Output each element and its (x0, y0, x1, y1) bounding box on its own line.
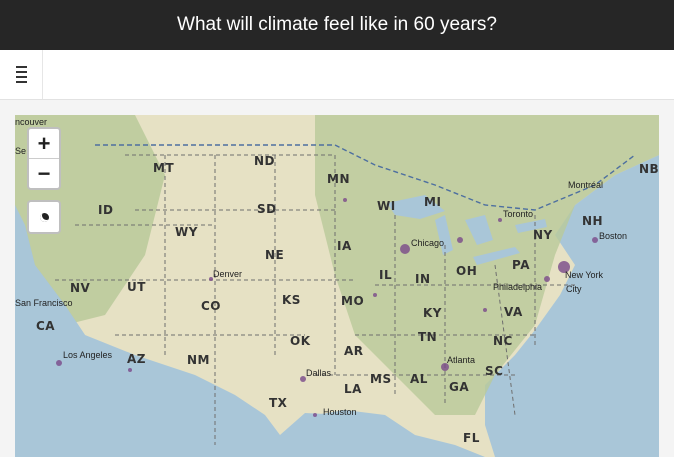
svg-text:Atlanta: Atlanta (447, 355, 475, 365)
svg-text:MO: MO (341, 294, 364, 308)
svg-text:Chicago: Chicago (411, 238, 444, 248)
svg-text:NY: NY (533, 228, 553, 242)
svg-text:ND: ND (254, 154, 275, 168)
svg-text:AR: AR (344, 344, 364, 358)
svg-text:Denver: Denver (213, 269, 242, 279)
svg-text:CO: CO (201, 299, 221, 313)
menu-button[interactable] (0, 50, 43, 99)
svg-text:Houston: Houston (323, 407, 357, 417)
svg-text:FL: FL (463, 431, 480, 445)
svg-text:IA: IA (337, 239, 352, 253)
page-title: What will climate feel like in 60 years? (177, 14, 497, 35)
svg-text:Los Angeles: Los Angeles (63, 350, 113, 360)
svg-text:CA: CA (36, 319, 55, 333)
svg-text:ID: ID (98, 203, 113, 217)
zoom-in-button[interactable]: + (29, 129, 59, 159)
app-title-bar: What will climate feel like in 60 years? (0, 0, 674, 50)
svg-text:KS: KS (282, 293, 301, 307)
svg-text:NM: NM (187, 353, 210, 367)
locate-button[interactable] (27, 200, 61, 234)
svg-text:OH: OH (456, 264, 477, 278)
svg-text:Philadelphia: Philadelphia (493, 282, 542, 292)
svg-text:SC: SC (485, 364, 503, 378)
svg-text:PA: PA (512, 258, 530, 272)
toolbar (0, 50, 674, 100)
climate-map[interactable]: MT ND MN WI MI ID SD WY IA NE IL IN OH NV UT CO KS M… (15, 115, 659, 457)
svg-text:MT: MT (153, 161, 174, 175)
svg-text:AL: AL (410, 372, 428, 386)
svg-text:Dallas: Dallas (306, 368, 332, 378)
svg-text:KY: KY (423, 306, 442, 320)
svg-text:SD: SD (257, 202, 277, 216)
svg-text:City: City (566, 284, 582, 294)
locate-icon (39, 212, 49, 222)
svg-text:Se: Se (15, 146, 26, 156)
svg-text:AZ: AZ (127, 352, 146, 366)
svg-text:IN: IN (415, 272, 431, 286)
zoom-control: + − (27, 127, 61, 190)
svg-text:OK: OK (290, 334, 311, 348)
svg-text:NC: NC (493, 334, 513, 348)
bars-icon (15, 65, 27, 85)
svg-text:TX: TX (269, 396, 288, 410)
svg-text:NB: NB (639, 162, 659, 176)
svg-text:UT: UT (127, 280, 146, 294)
zoom-out-button[interactable]: − (29, 159, 59, 188)
svg-text:Boston: Boston (599, 231, 627, 241)
svg-text:New York: New York (565, 270, 604, 280)
svg-text:NE: NE (265, 248, 284, 262)
svg-text:Toronto: Toronto (503, 209, 533, 219)
svg-text:GA: GA (449, 380, 469, 394)
svg-text:ncouver: ncouver (15, 117, 47, 127)
svg-text:VA: VA (504, 305, 523, 319)
svg-text:WY: WY (175, 225, 198, 239)
svg-text:MN: MN (327, 172, 350, 186)
svg-text:MS: MS (370, 372, 392, 386)
svg-text:NH: NH (582, 214, 603, 228)
svg-text:San Francisco: San Francisco (15, 298, 73, 308)
map-tiles: MT ND MN WI MI ID SD WY IA NE IL IN OH NV UT CO KS M… (15, 115, 659, 457)
svg-text:IL: IL (379, 268, 392, 282)
svg-text:WI: WI (377, 199, 396, 213)
svg-text:LA: LA (344, 382, 362, 396)
svg-text:TN: TN (418, 330, 437, 344)
svg-text:MI: MI (424, 195, 441, 209)
svg-text:Montréal: Montréal (568, 180, 603, 190)
svg-text:NV: NV (70, 281, 91, 295)
